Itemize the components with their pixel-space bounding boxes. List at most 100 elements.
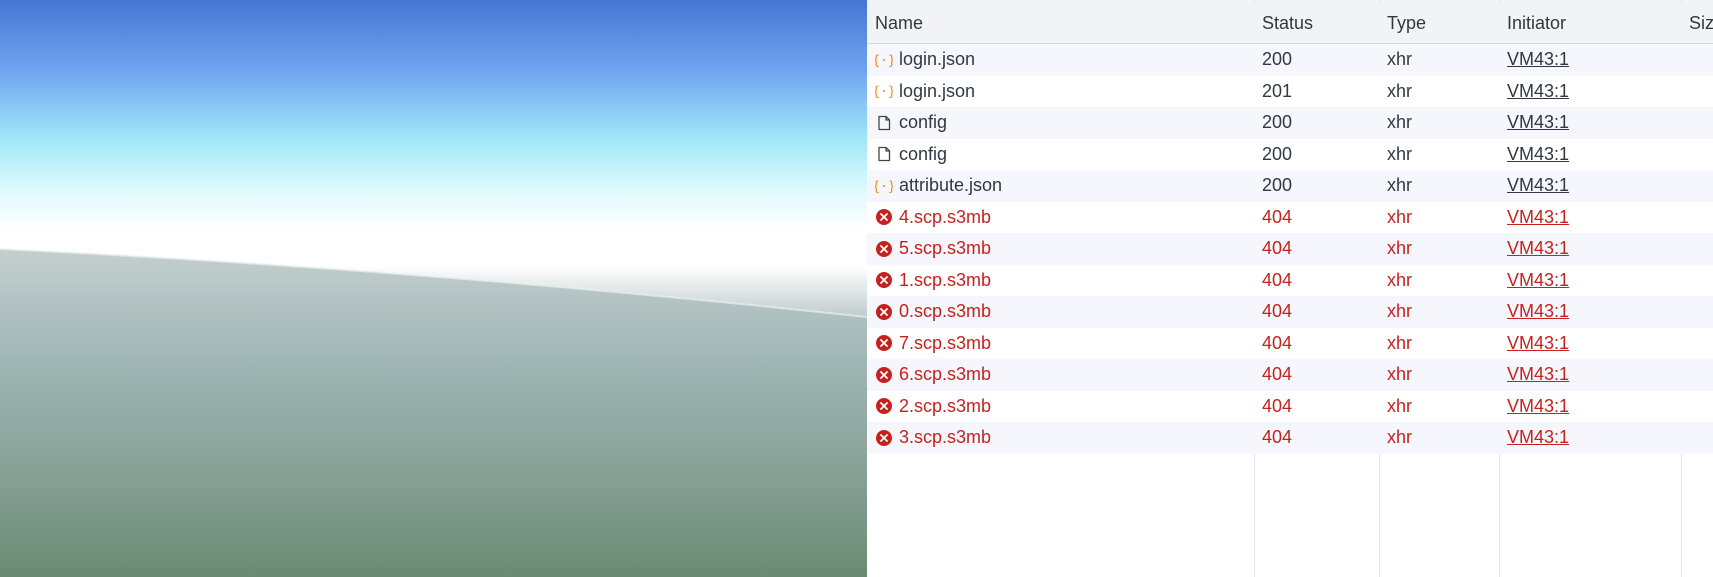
table-row[interactable]: config 200 xhr VM43:1 [867,107,1713,139]
request-name-cell[interactable]: 1.scp.s3mb [867,265,1254,297]
request-type: xhr [1387,395,1413,416]
column-header-initiator[interactable]: Initiator [1500,3,1681,43]
horizon-terrain [0,248,867,577]
request-status: 200 [1262,143,1293,164]
table-row[interactable]: 1.scp.s3mb 404 xhr VM43:1 [867,264,1713,297]
error-icon [875,397,893,415]
initiator-link[interactable]: VM43:1 [1507,427,1569,448]
request-initiator-cell: VM43:1 [1500,391,1681,423]
request-name-cell[interactable]: {·} attribute.json [867,170,1254,202]
request-type: xhr [1387,427,1413,448]
initiator-link[interactable]: VM43:1 [1507,112,1569,133]
request-size [1682,44,1713,76]
request-initiator-cell: VM43:1 [1500,233,1681,265]
request-name-cell[interactable]: 3.scp.s3mb [867,422,1254,454]
request-rows: {·} login.json 200 xhr VM43:1 {·} login.json 20… [867,44,1713,454]
request-type: xhr [1387,175,1413,196]
table-row[interactable]: {·} login.json 201 xhr VM43:1 [867,75,1713,108]
column-header-type[interactable]: Type [1380,3,1499,43]
request-type: xhr [1387,238,1413,259]
request-name-cell[interactable]: 6.scp.s3mb [867,359,1254,391]
request-name: 4.scp.s3mb [899,206,992,227]
request-initiator-cell: VM43:1 [1500,76,1681,108]
table-row[interactable]: 0.scp.s3mb 404 xhr VM43:1 [867,296,1713,328]
request-name-cell[interactable]: {·} login.json [867,44,1254,76]
3d-scene-viewport[interactable] [0,0,867,577]
json-icon: {·} [872,82,895,100]
request-size [1682,139,1713,171]
table-row[interactable]: 3.scp.s3mb 404 xhr VM43:1 [867,422,1713,454]
request-status: 404 [1262,332,1293,353]
request-status: 201 [1262,80,1293,101]
column-header-name[interactable]: Name [867,3,1254,43]
request-name-cell[interactable]: config [867,139,1254,171]
error-icon [875,334,893,352]
request-size [1682,107,1713,139]
initiator-link[interactable]: VM43:1 [1507,364,1569,385]
table-row[interactable]: 5.scp.s3mb 404 xhr VM43:1 [867,233,1713,265]
request-status: 404 [1262,238,1293,259]
network-panel: Name Status Type Initiator Size {·} login… [867,0,1713,577]
request-name-cell[interactable]: config [867,107,1254,139]
request-type: xhr [1387,112,1413,133]
request-type: xhr [1387,269,1413,290]
request-name: login.json [899,80,976,101]
error-icon [875,208,893,226]
column-header-size[interactable]: Size [1682,3,1713,43]
request-size [1682,233,1713,265]
request-size [1682,359,1713,391]
document-icon [875,114,893,132]
initiator-link[interactable]: VM43:1 [1507,81,1569,102]
table-row[interactable]: {·} login.json 200 xhr VM43:1 [867,44,1713,76]
request-initiator-cell: VM43:1 [1500,328,1681,360]
error-icon [875,240,893,258]
table-row[interactable]: 4.scp.s3mb 404 xhr VM43:1 [867,201,1713,234]
request-name: login.json [899,49,976,70]
initiator-link[interactable]: VM43:1 [1507,301,1569,322]
request-status: 404 [1262,395,1293,416]
request-size [1682,265,1713,297]
initiator-link[interactable]: VM43:1 [1507,333,1569,354]
table-row[interactable]: config 200 xhr VM43:1 [867,138,1713,171]
request-size [1682,296,1713,328]
request-status: 404 [1262,427,1293,448]
svg-text:{·}: {·} [875,53,893,68]
request-size [1682,422,1713,454]
error-icon [875,303,893,321]
request-name: 3.scp.s3mb [899,427,992,448]
initiator-link[interactable]: VM43:1 [1507,49,1569,70]
column-header-status[interactable]: Status [1255,3,1379,43]
request-status: 200 [1262,112,1293,133]
initiator-link[interactable]: VM43:1 [1507,144,1569,165]
request-status: 404 [1262,301,1293,322]
request-name-cell[interactable]: {·} login.json [867,76,1254,108]
request-initiator-cell: VM43:1 [1500,44,1681,76]
initiator-link[interactable]: VM43:1 [1507,238,1569,259]
table-row[interactable]: 2.scp.s3mb 404 xhr VM43:1 [867,390,1713,423]
table-row[interactable]: 6.scp.s3mb 404 xhr VM43:1 [867,359,1713,391]
table-row[interactable]: {·} attribute.json 200 xhr VM43:1 [867,170,1713,202]
request-size [1682,328,1713,360]
initiator-link[interactable]: VM43:1 [1507,207,1569,228]
initiator-link[interactable]: VM43:1 [1507,175,1569,196]
request-type: xhr [1387,332,1413,353]
table-header: Name Status Type Initiator Size [867,3,1713,44]
request-name: 1.scp.s3mb [899,269,992,290]
request-type: xhr [1387,143,1413,164]
request-name-cell[interactable]: 2.scp.s3mb [867,391,1254,423]
request-status: 200 [1262,49,1293,70]
request-name-cell[interactable]: 4.scp.s3mb [867,202,1254,234]
request-name-cell[interactable]: 0.scp.s3mb [867,296,1254,328]
initiator-link[interactable]: VM43:1 [1507,396,1569,417]
request-status: 200 [1262,175,1293,196]
request-name-cell[interactable]: 7.scp.s3mb [867,328,1254,360]
request-initiator-cell: VM43:1 [1500,359,1681,391]
request-status: 404 [1262,364,1293,385]
request-name-cell[interactable]: 5.scp.s3mb [867,233,1254,265]
request-name: 2.scp.s3mb [899,395,992,416]
table-row[interactable]: 7.scp.s3mb 404 xhr VM43:1 [867,327,1713,360]
request-size [1682,170,1713,202]
error-icon [875,429,893,447]
initiator-link[interactable]: VM43:1 [1507,270,1569,291]
error-icon [875,366,893,384]
